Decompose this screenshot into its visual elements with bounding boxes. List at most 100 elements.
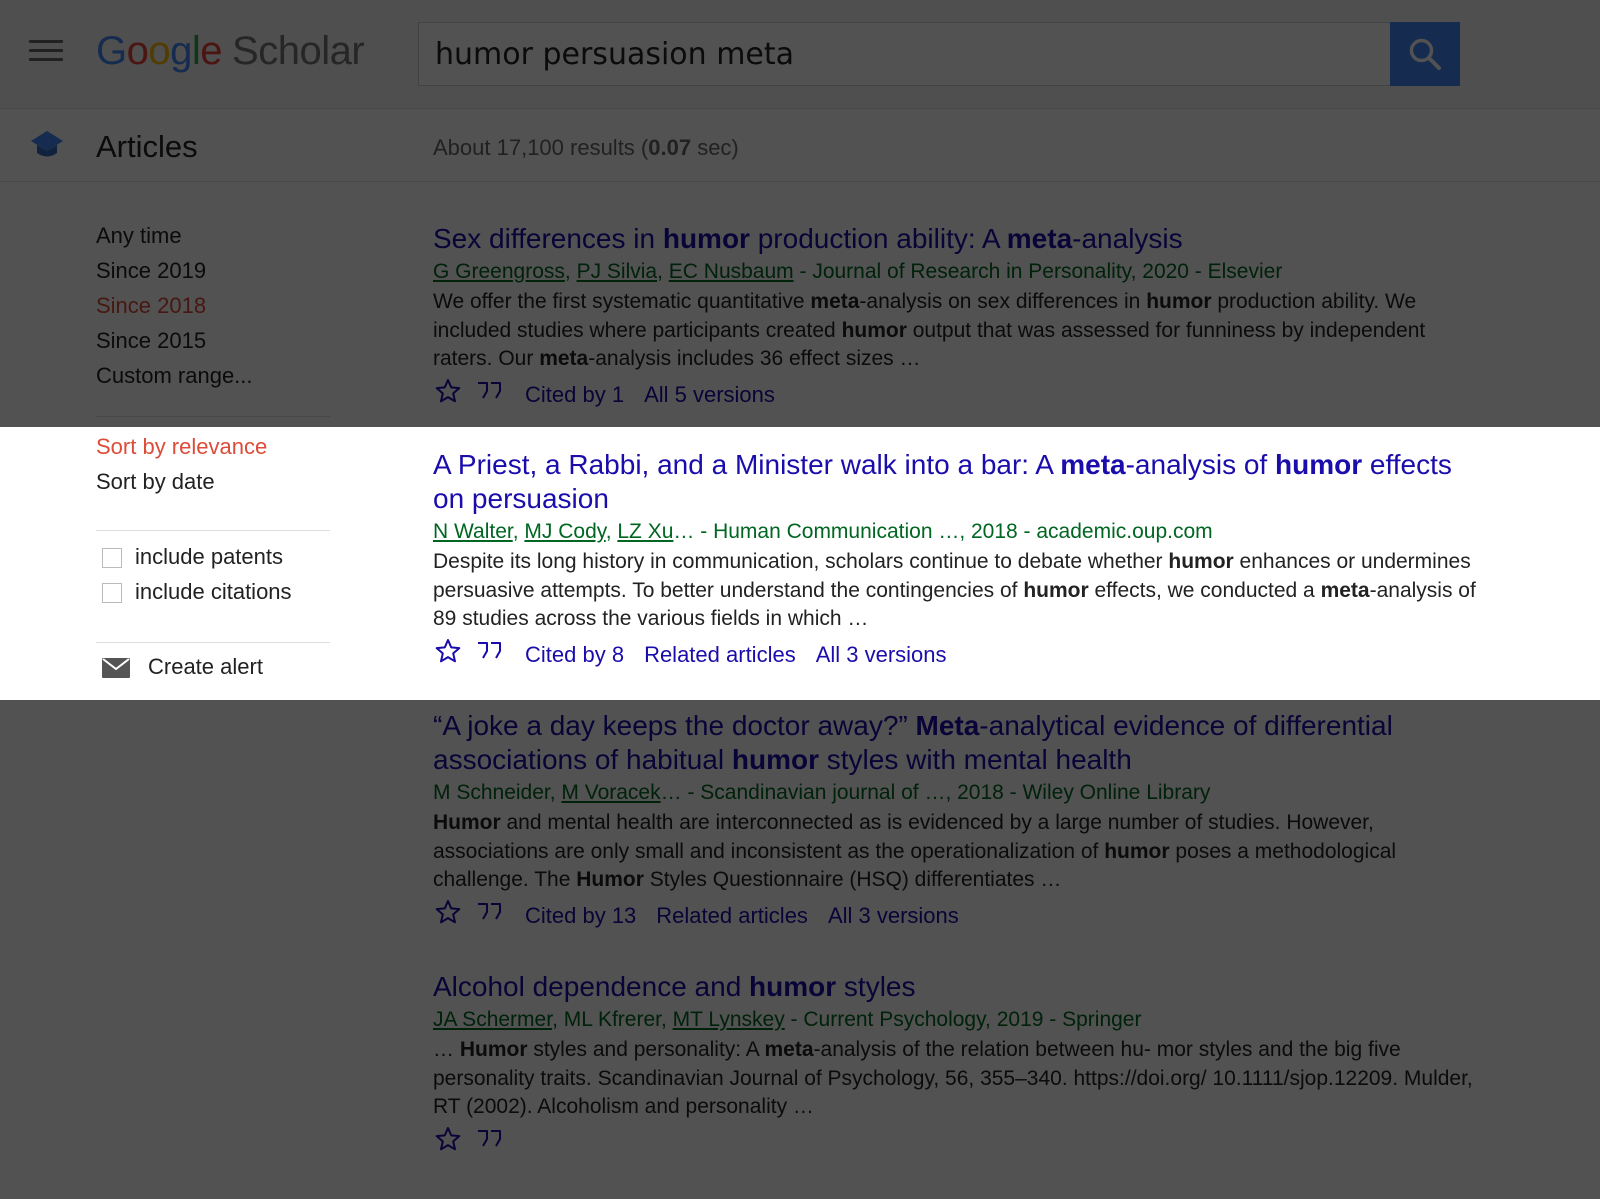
- result-meta: G Greengross, PJ Silvia, EC Nusbaum - Jo…: [433, 260, 1283, 283]
- related-articles-link[interactable]: Related articles: [644, 638, 796, 672]
- text-run: -analysis of: [1125, 449, 1275, 480]
- result-meta: M Schneider, M Voracek… - Scandinavian j…: [433, 779, 1483, 807]
- quote-icon[interactable]: [475, 638, 503, 672]
- stats-time: 0.07: [648, 135, 692, 160]
- time-filter-since-2015[interactable]: Since 2015: [96, 323, 336, 358]
- search-result: “A joke a day keeps the doctor away?” Me…: [433, 709, 1483, 933]
- result-meta: N Walter, MJ Cody, LZ Xu… - Human Commun…: [433, 520, 1213, 543]
- star-icon[interactable]: [435, 1126, 461, 1162]
- cited-by-link[interactable]: Cited by 1: [525, 378, 624, 412]
- logo-letter: G: [96, 29, 127, 73]
- graduation-cap-icon: [31, 131, 63, 157]
- stats-prefix: About 17,100 results (: [433, 135, 649, 160]
- result-meta: JA Schermer, ML Kfrerer, MT Lynskey - Cu…: [433, 1008, 1142, 1031]
- include-citations-label: include citations: [135, 579, 292, 604]
- author-link[interactable]: MT Lynskey: [673, 1008, 785, 1031]
- result-actions: Cited by 1 All 5 versions: [433, 378, 1483, 412]
- text-run: effects, we conducted a: [1088, 578, 1321, 602]
- logo-letter: o: [148, 29, 171, 73]
- related-articles-link[interactable]: Related articles: [656, 899, 808, 933]
- scholar-page: GoogleScholar Articles About 17,100 resu…: [0, 0, 1600, 1199]
- highlight-term: humor: [1104, 839, 1170, 863]
- highlight-term: meta: [764, 1038, 814, 1061]
- sidebar-divider: [96, 530, 330, 531]
- cited-by-link[interactable]: Cited by 8: [525, 638, 624, 672]
- all-versions-link[interactable]: All 5 versions: [644, 378, 775, 412]
- star-icon[interactable]: [435, 378, 461, 414]
- stats-suffix: sec): [691, 135, 739, 160]
- author-link[interactable]: JA Schermer: [433, 1008, 552, 1031]
- highlight-term: humor: [731, 744, 819, 775]
- highlight-term: humor: [662, 223, 750, 254]
- time-filter-custom-range[interactable]: Custom range...: [96, 358, 336, 393]
- text-run: “A joke a day keeps the doctor away?”: [433, 710, 916, 741]
- text-run: -analysis includes 36 effect sizes …: [588, 347, 921, 370]
- result-source: - Journal of Research in Personality, 20…: [793, 260, 1283, 283]
- text-run: styles with mental health: [818, 744, 1132, 775]
- hamburger-menu-icon[interactable]: [29, 38, 63, 64]
- result-title-link[interactable]: Sex differences in humor production abil…: [433, 222, 1483, 256]
- text-run: -analysis on sex differences in: [859, 290, 1147, 313]
- text-run: Sex differences in: [433, 223, 663, 254]
- time-filter-since-2019[interactable]: Since 2019: [96, 253, 336, 288]
- result-actions: Cited by 13 Related articles All 3 version…: [433, 899, 1483, 933]
- search-result: A Priest, a Rabbi, and a Minister walk i…: [433, 448, 1483, 672]
- result-snippet: … Humor styles and personality: A meta-a…: [433, 1036, 1483, 1122]
- author-link[interactable]: PJ Silvia: [577, 260, 658, 283]
- quote-icon[interactable]: [475, 899, 503, 933]
- search-result: Alcohol dependence and humor styles JA Sc…: [433, 970, 1483, 1160]
- result-title-link[interactable]: Alcohol dependence and humor styles: [433, 970, 1483, 1004]
- checkbox-box[interactable]: [102, 583, 122, 603]
- create-alert-link[interactable]: Create alert: [102, 649, 263, 684]
- include-patents-checkbox[interactable]: include patents: [102, 539, 283, 574]
- author-link[interactable]: EC Nusbaum: [669, 260, 794, 283]
- result-title-link[interactable]: A Priest, a Rabbi, and a Minister walk i…: [433, 448, 1483, 516]
- google-scholar-logo[interactable]: Google Scholar: [96, 26, 365, 76]
- result-title-link[interactable]: “A joke a day keeps the doctor away?” Me…: [433, 709, 1483, 777]
- result-actions: [433, 1126, 1483, 1160]
- highlight-term: humor: [1168, 550, 1234, 573]
- star-icon[interactable]: [435, 638, 461, 674]
- search-button[interactable]: [1390, 22, 1460, 86]
- star-icon[interactable]: [435, 899, 461, 935]
- sort-by-relevance[interactable]: Sort by relevance: [96, 429, 267, 464]
- highlight-term: Humor: [433, 811, 501, 834]
- author-link[interactable]: LZ Xu: [617, 520, 673, 543]
- checkbox-box[interactable]: [102, 548, 122, 568]
- result-stats: About 17,100 results (0.07 sec): [433, 133, 739, 163]
- result-source: … - Human Communication …, 2018 - academ…: [673, 520, 1213, 543]
- author-link[interactable]: N Walter: [433, 520, 513, 543]
- author-link[interactable]: M Voracek: [561, 781, 660, 804]
- highlight-term: Meta: [915, 710, 980, 741]
- highlight-term: humor: [1275, 449, 1363, 480]
- time-filter-any[interactable]: Any time: [96, 218, 336, 253]
- result-source: … - Scandinavian journal of …, 2018 - Wi…: [660, 781, 1211, 804]
- text-run: Alcohol dependence and: [433, 971, 750, 1002]
- result-snippet: Humor and mental health are interconnect…: [433, 809, 1483, 895]
- logo-letter: g: [170, 29, 192, 73]
- result-snippet: We offer the first systematic quantitati…: [433, 288, 1483, 374]
- text-run: styles and personality: A: [527, 1038, 765, 1061]
- top-header: Google Scholar: [0, 0, 1600, 109]
- author-link[interactable]: MJ Cody: [524, 520, 605, 543]
- section-label: Articles: [96, 129, 198, 164]
- sort-by-date[interactable]: Sort by date: [96, 464, 267, 499]
- text-run: styles: [836, 971, 916, 1002]
- search-input[interactable]: [435, 31, 1365, 77]
- logo-letter: o: [126, 29, 149, 73]
- quote-icon[interactable]: [475, 1126, 503, 1160]
- sidebar-divider: [96, 642, 330, 643]
- author-plain: ML Kfrerer: [563, 1008, 661, 1031]
- time-filter-since-2018[interactable]: Since 2018: [96, 288, 336, 323]
- author-link[interactable]: G Greengross: [433, 260, 565, 283]
- highlight-term: humor: [841, 318, 907, 342]
- cited-by-link[interactable]: Cited by 13: [525, 899, 636, 933]
- quote-icon[interactable]: [475, 378, 503, 412]
- highlight-term: meta: [1060, 449, 1126, 480]
- all-versions-link[interactable]: All 3 versions: [828, 899, 959, 933]
- all-versions-link[interactable]: All 3 versions: [816, 638, 947, 672]
- text-run: -analysis: [1072, 223, 1183, 254]
- create-alert-label: Create alert: [148, 654, 263, 679]
- include-citations-checkbox[interactable]: include citations: [102, 574, 292, 609]
- search-icon: [1409, 38, 1441, 70]
